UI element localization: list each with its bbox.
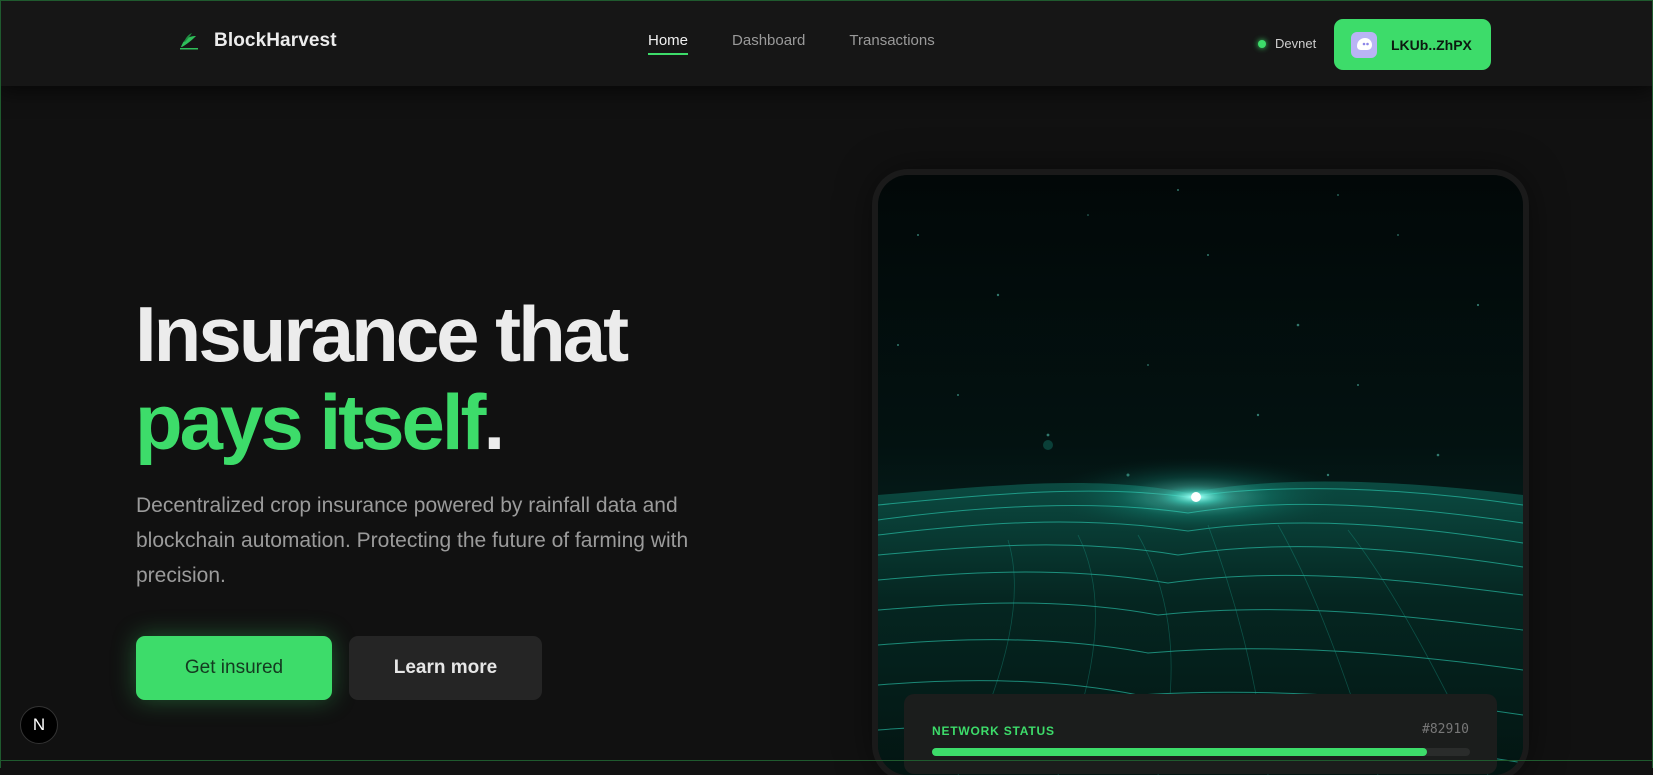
top-navbar: BlockHarvest Home Dashboard Transactions… [0, 0, 1653, 86]
learn-more-button[interactable]: Learn more [349, 636, 542, 700]
hero-image-card [878, 175, 1523, 775]
bottom-border [0, 760, 1653, 761]
headline-highlight: pays itself [135, 378, 487, 466]
wallet-address: LKUb..ZhPX [1391, 36, 1472, 53]
hero-headline: Insurance that pays itself. [135, 290, 629, 466]
digital-landscape-illustration [878, 189, 1523, 775]
wallet-button[interactable]: LKUb..ZhPX [1334, 19, 1491, 70]
network-status-card: NETWORK STATUS #82910 [904, 694, 1497, 774]
main-nav: Home Dashboard Transactions [648, 32, 935, 55]
headline-period: . [483, 378, 506, 466]
network-status-progress [932, 748, 1470, 756]
nav-link-home[interactable]: Home [648, 32, 689, 55]
network-status-label: NETWORK STATUS [932, 724, 1055, 738]
network-label: Devnet [1275, 36, 1317, 51]
network-status-id: #82910 [1422, 722, 1469, 737]
get-insured-button[interactable]: Get insured [136, 636, 332, 700]
nav-link-dashboard[interactable]: Dashboard [732, 32, 805, 55]
network-indicator: Devnet [1258, 36, 1316, 51]
progress-fill [932, 748, 1427, 756]
brand[interactable]: BlockHarvest [178, 30, 337, 52]
brand-name: BlockHarvest [214, 30, 337, 51]
status-dot-icon [1258, 39, 1266, 48]
phantom-ghost-icon [1351, 31, 1377, 58]
nav-link-transactions[interactable]: Transactions [849, 32, 934, 55]
nextjs-dev-badge[interactable]: N [20, 706, 58, 744]
hero-subtitle: Decentralized crop insurance powered by … [136, 494, 689, 587]
headline-line1: Insurance that [135, 290, 629, 378]
leaf-logo-icon [180, 33, 198, 50]
